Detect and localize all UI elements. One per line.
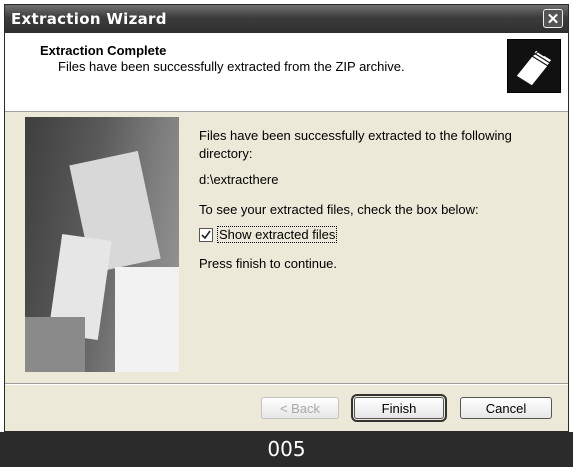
extract-directory: d:\extracthere <box>199 172 279 187</box>
success-message: Files have been successfully extracted t… <box>199 128 512 161</box>
extraction-wizard-window: Extraction Wizard ✕ Extraction Complete … <box>4 4 569 432</box>
header-subtitle: Files have been successfully extracted f… <box>58 59 405 74</box>
wizard-side-image <box>25 117 179 372</box>
close-button[interactable]: ✕ <box>543 9 563 28</box>
window-title: Extraction Wizard <box>11 10 167 28</box>
folder-stack-icon <box>507 39 561 93</box>
show-files-label[interactable]: Show extracted files <box>217 226 338 243</box>
wizard-body: Files have been successfully extracted t… <box>5 112 568 385</box>
show-files-checkbox-row[interactable]: Show extracted files <box>199 226 544 243</box>
checkmark-icon <box>201 230 211 239</box>
wizard-content: Files have been successfully extracted t… <box>199 127 544 271</box>
page-number: 005 <box>267 437 306 461</box>
finish-button[interactable]: Finish <box>351 394 447 422</box>
cancel-button[interactable]: Cancel <box>460 397 552 419</box>
page-footer-bar: 005 <box>0 432 573 467</box>
header-title: Extraction Complete <box>40 43 167 58</box>
wizard-header: Extraction Complete Files have been succ… <box>5 33 568 112</box>
instruction-text: To see your extracted files, check the b… <box>199 202 479 217</box>
continue-text: Press finish to continue. <box>199 256 338 271</box>
close-icon: ✕ <box>546 11 560 28</box>
back-button[interactable]: < Back <box>261 397 339 419</box>
show-files-checkbox[interactable] <box>199 227 213 242</box>
footer-divider <box>5 383 568 385</box>
title-bar[interactable]: Extraction Wizard ✕ <box>5 5 568 33</box>
